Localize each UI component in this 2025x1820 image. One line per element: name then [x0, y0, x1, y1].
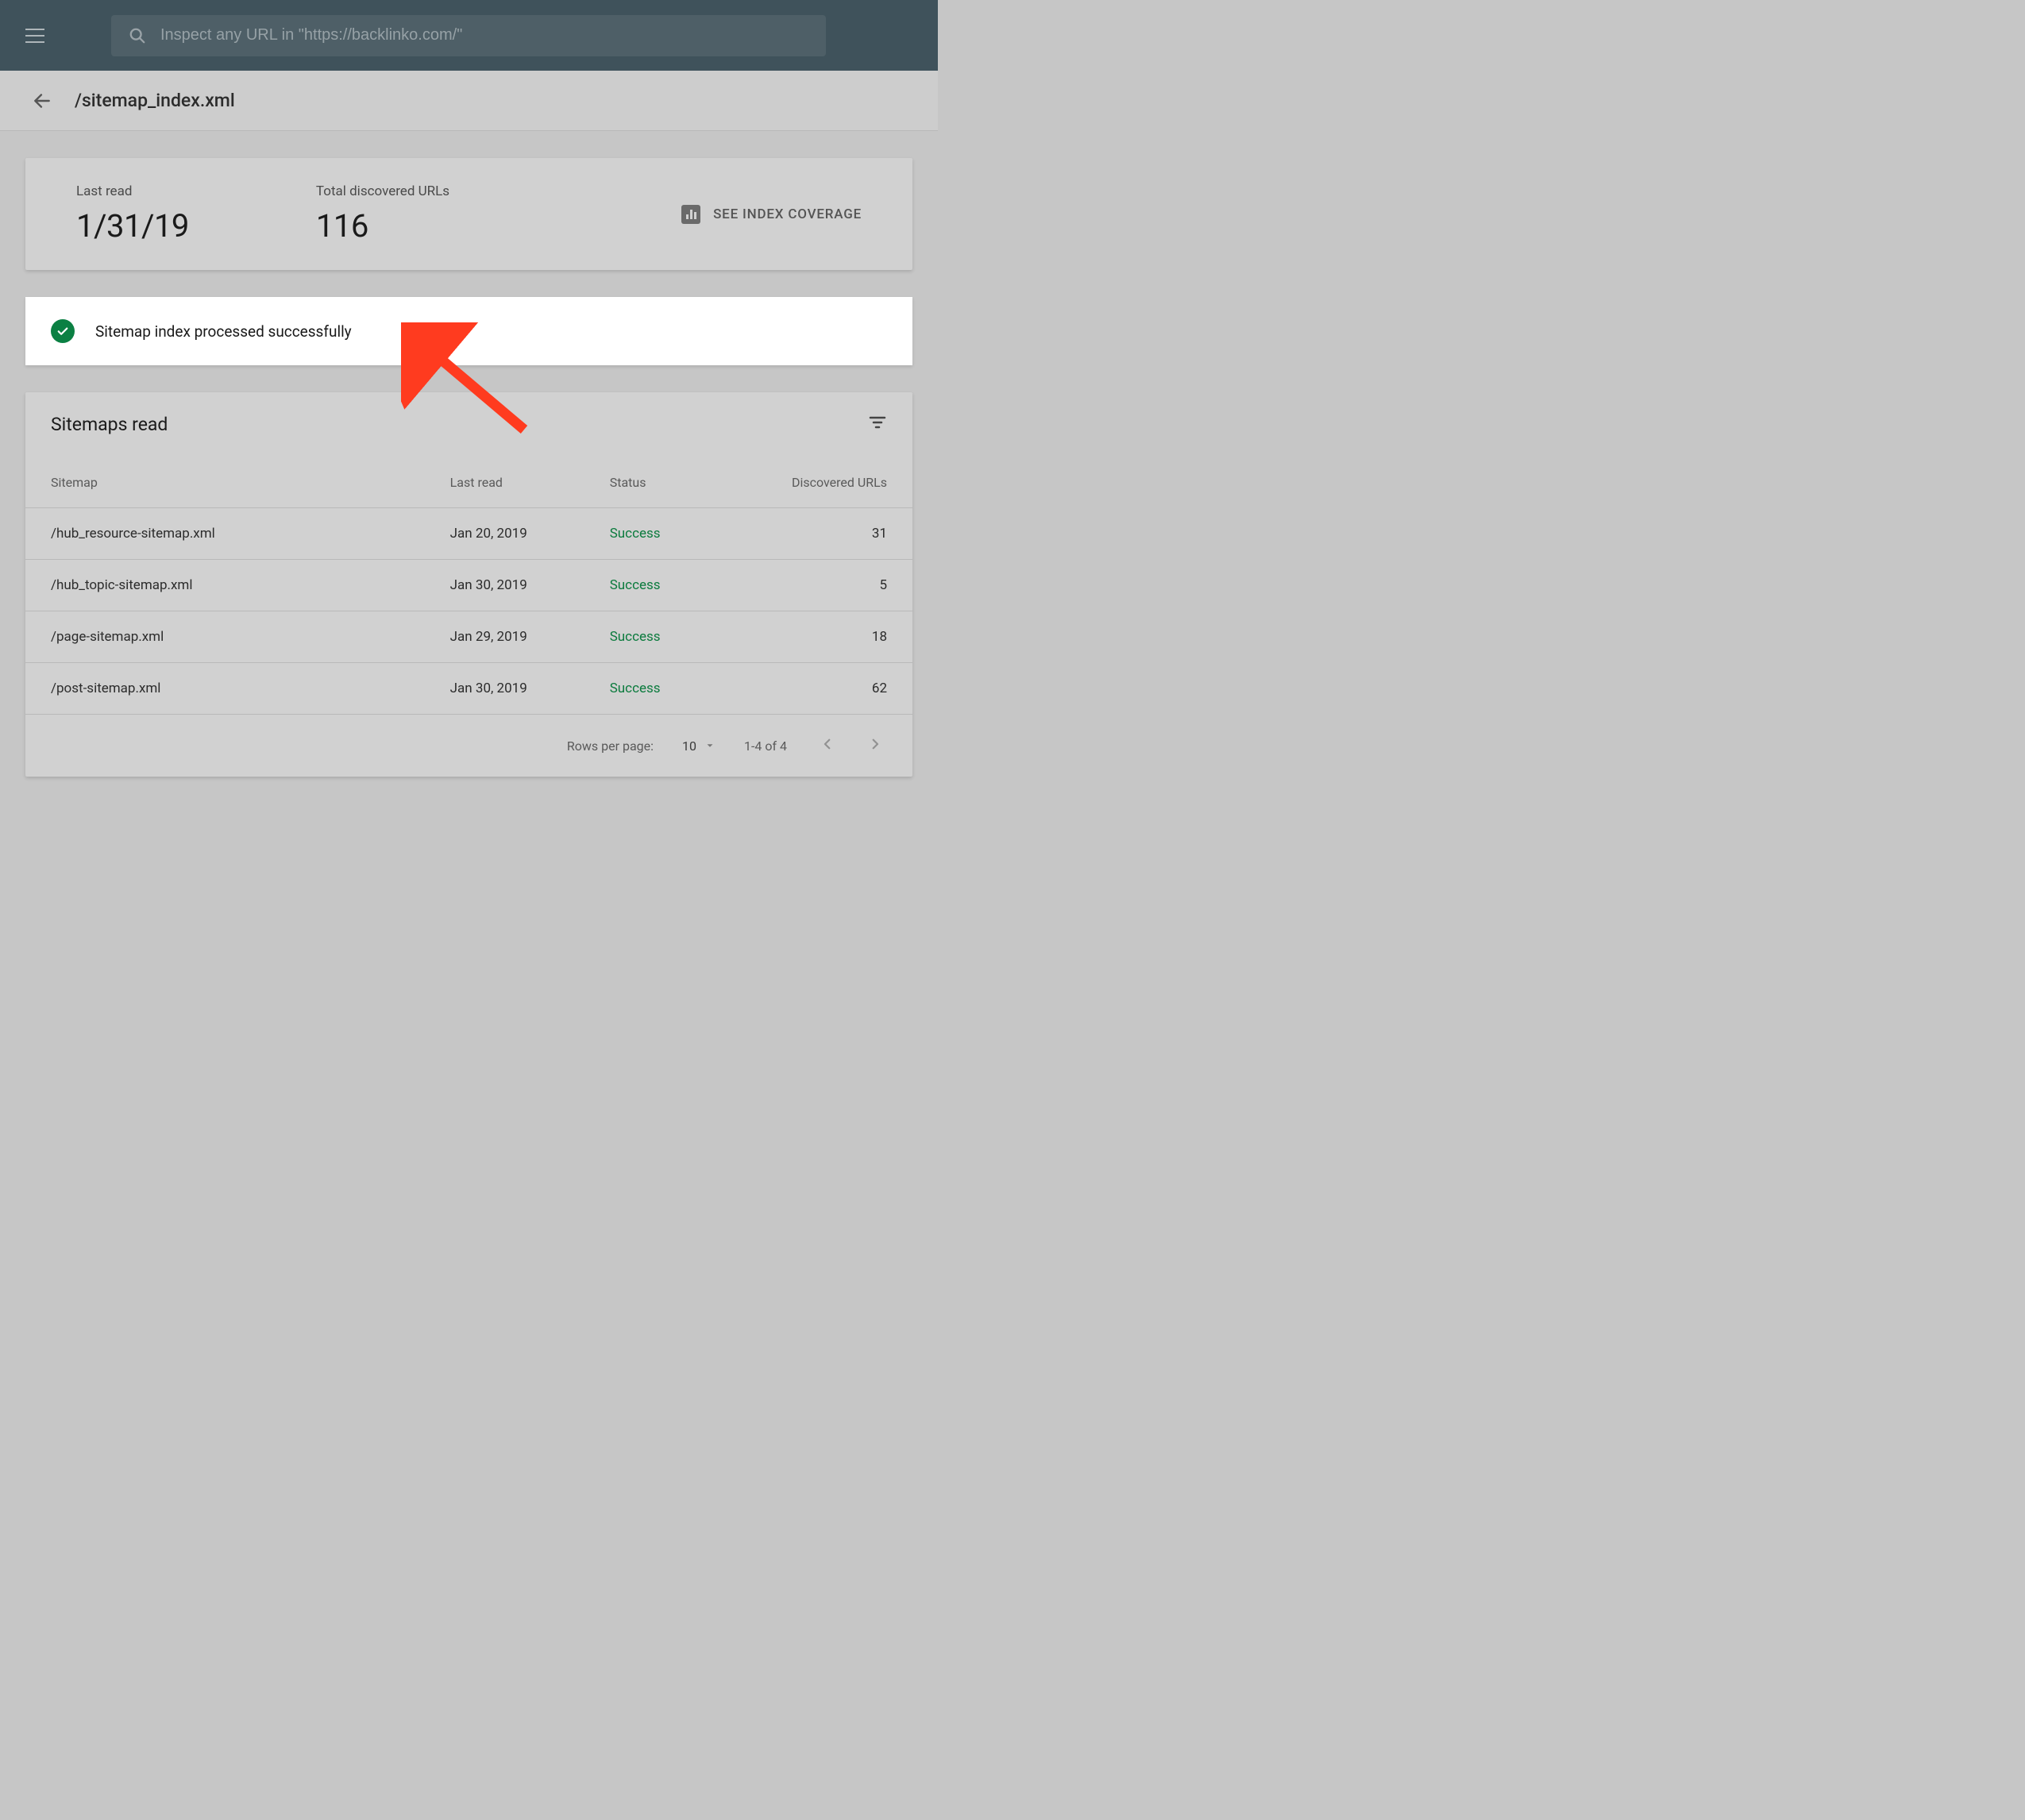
stat-label: Total discovered URLs	[316, 183, 449, 199]
cell-sitemap: /hub_topic-sitemap.xml	[25, 560, 425, 611]
cell-last-read: Jan 20, 2019	[425, 508, 584, 560]
stat-total-urls: Total discovered URLs 116	[316, 183, 449, 245]
top-bar	[0, 0, 938, 71]
cell-discovered: 5	[735, 560, 912, 611]
col-status[interactable]: Status	[584, 451, 735, 508]
search-icon	[129, 27, 146, 44]
stat-value: 116	[316, 207, 449, 245]
cell-status: Success	[584, 663, 735, 715]
title-bar: /sitemap_index.xml	[0, 71, 938, 131]
chevron-right-icon	[868, 737, 882, 751]
stat-last-read: Last read 1/31/19	[76, 183, 189, 245]
menu-icon[interactable]	[25, 29, 44, 43]
page-range: 1-4 of 4	[744, 738, 787, 754]
see-index-coverage-button[interactable]: SEE INDEX COVERAGE	[681, 205, 862, 224]
rows-per-page-select[interactable]: 10	[682, 738, 716, 754]
cell-sitemap: /hub_resource-sitemap.xml	[25, 508, 425, 560]
cell-status: Success	[584, 508, 735, 560]
rows-per-page-label: Rows per page:	[567, 738, 654, 754]
sitemaps-table: Sitemap Last read Status Discovered URLs…	[25, 451, 912, 715]
back-button[interactable]	[32, 91, 52, 111]
table-row[interactable]: /page-sitemap.xmlJan 29, 2019Success18	[25, 611, 912, 663]
search-input[interactable]	[160, 26, 808, 44]
col-sitemap[interactable]: Sitemap	[25, 451, 425, 508]
stat-value: 1/31/19	[76, 207, 189, 245]
pagination: Rows per page: 10 1-4 of 4	[25, 715, 912, 777]
status-message: Sitemap index processed successfully	[95, 322, 352, 341]
coverage-label: SEE INDEX COVERAGE	[713, 206, 862, 222]
bar-chart-icon	[681, 205, 700, 224]
rows-per-page-value: 10	[682, 738, 696, 754]
page-title: /sitemap_index.xml	[75, 90, 235, 111]
table-title: Sitemaps read	[51, 414, 168, 435]
cell-sitemap: /page-sitemap.xml	[25, 611, 425, 663]
cell-discovered: 31	[735, 508, 912, 560]
table-row[interactable]: /post-sitemap.xmlJan 30, 2019Success62	[25, 663, 912, 715]
arrow-left-icon	[32, 91, 52, 111]
search-box[interactable]	[111, 15, 826, 56]
cell-last-read: Jan 30, 2019	[425, 560, 584, 611]
cell-last-read: Jan 29, 2019	[425, 611, 584, 663]
table-row[interactable]: /hub_topic-sitemap.xmlJan 30, 2019Succes…	[25, 560, 912, 611]
stat-label: Last read	[76, 183, 189, 199]
filter-icon[interactable]	[868, 413, 887, 435]
cell-discovered: 62	[735, 663, 912, 715]
cell-status: Success	[584, 560, 735, 611]
cell-sitemap: /post-sitemap.xml	[25, 663, 425, 715]
check-circle-icon	[51, 319, 75, 343]
col-last-read[interactable]: Last read	[425, 451, 584, 508]
status-card: Sitemap index processed successfully	[25, 297, 912, 365]
cell-discovered: 18	[735, 611, 912, 663]
chevron-down-icon	[704, 740, 716, 751]
sitemaps-table-card: Sitemaps read Sitemap Last read Status D…	[25, 392, 912, 777]
chevron-left-icon	[820, 737, 835, 751]
next-page-button[interactable]	[863, 732, 887, 759]
cell-status: Success	[584, 611, 735, 663]
cell-last-read: Jan 30, 2019	[425, 663, 584, 715]
col-discovered[interactable]: Discovered URLs	[735, 451, 912, 508]
search-container	[111, 15, 826, 56]
prev-page-button[interactable]	[816, 732, 839, 759]
stats-card: Last read 1/31/19 Total discovered URLs …	[25, 158, 912, 270]
table-row[interactable]: /hub_resource-sitemap.xmlJan 20, 2019Suc…	[25, 508, 912, 560]
